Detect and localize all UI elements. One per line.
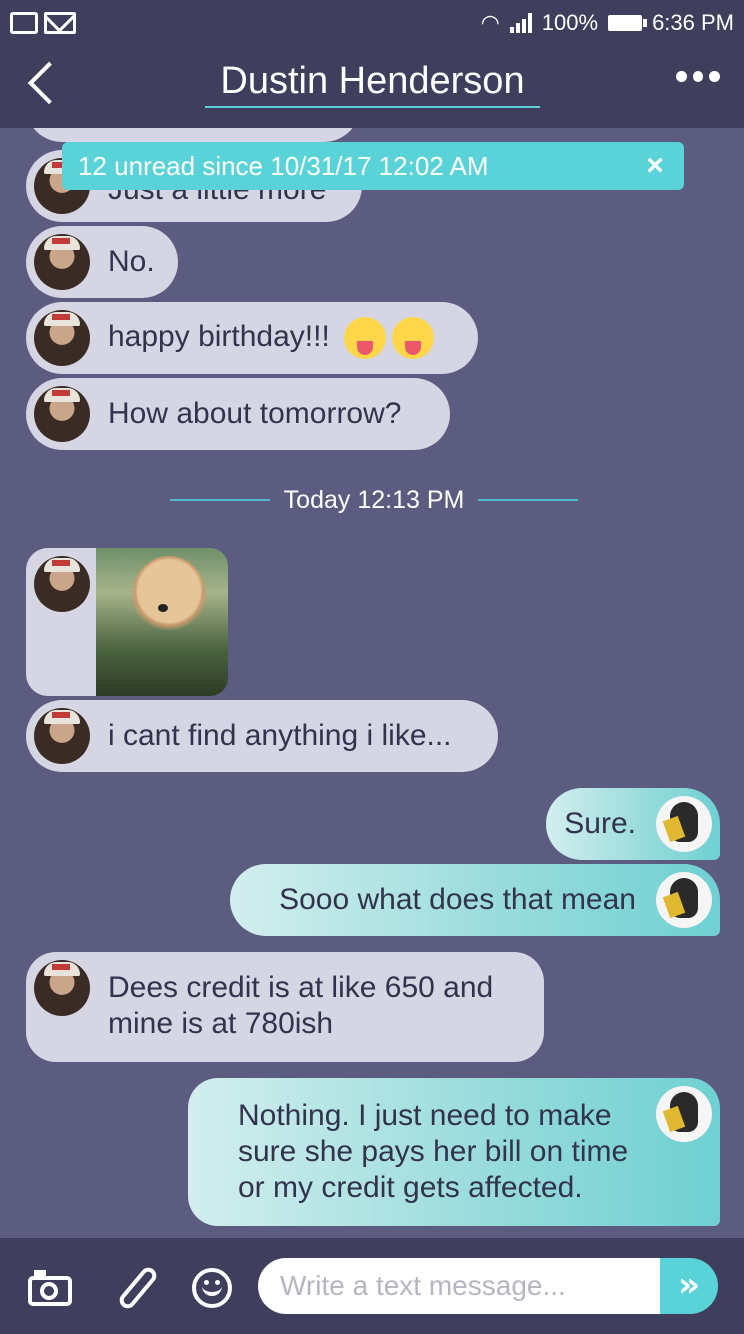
date-label: Today 12:13 PM: [283, 485, 465, 514]
message-text: Sooo what does that mean: [279, 883, 636, 916]
contact-avatar[interactable]: [34, 556, 90, 612]
message-bubble-incoming[interactable]: happy birthday!!!: [26, 302, 478, 374]
message-text: Sure.: [564, 807, 636, 840]
chat-header: Dustin Henderson: [0, 46, 744, 128]
message-bubble-outgoing[interactable]: Sooo what does that mean: [230, 864, 720, 936]
dog-photo[interactable]: [96, 548, 228, 696]
message-text-content: happy birthday!!!: [108, 319, 330, 353]
message-bubble-incoming[interactable]: Dees credit is at like 650 and mine is a…: [26, 952, 544, 1062]
message-text: i cant find anything i like...: [108, 719, 452, 752]
contact-avatar[interactable]: [34, 960, 90, 1016]
more-options-icon[interactable]: [676, 66, 721, 86]
calendar-icon: [10, 12, 38, 34]
divider-line: [170, 499, 270, 501]
clock: 6:36 PM: [652, 10, 734, 35]
message-bubble-incoming[interactable]: i cant find anything i like...: [26, 700, 498, 772]
message-bubble-incoming[interactable]: [26, 128, 360, 142]
mail-icon: [44, 12, 76, 34]
back-icon[interactable]: [22, 56, 72, 106]
camera-icon[interactable]: [28, 1266, 72, 1310]
message-text: Dees credit is at like 650 and mine is a…: [108, 971, 494, 1040]
status-left-icons: [10, 12, 76, 34]
status-bar: ◠ 100% 6:36 PM: [0, 0, 744, 46]
user-avatar[interactable]: [656, 796, 712, 852]
wifi-icon: ◠: [480, 10, 500, 35]
message-bubble-incoming[interactable]: How about tomorrow?: [26, 378, 450, 450]
user-avatar[interactable]: [656, 1086, 712, 1142]
message-text: How about tomorrow?: [108, 397, 402, 430]
chat-thread[interactable]: Just a little more 12 unread since 10/31…: [0, 128, 744, 1238]
status-right-icons: ◠ 100% 6:36 PM: [481, 10, 734, 36]
contact-avatar[interactable]: [34, 708, 90, 764]
attachment-icon[interactable]: [116, 1264, 160, 1312]
unread-text: 12 unread since 10/31/17 12:02 AM: [78, 150, 489, 181]
compose-bar: »: [0, 1238, 744, 1334]
message-text: happy birthday!!!: [90, 317, 435, 359]
message-bubble-outgoing[interactable]: Nothing. I just need to make sure she pa…: [188, 1078, 720, 1226]
battery-percent: 100%: [541, 10, 599, 35]
user-avatar[interactable]: [656, 872, 712, 928]
unread-banner[interactable]: 12 unread since 10/31/17 12:02 AM ×: [62, 142, 684, 190]
message-input[interactable]: [258, 1258, 660, 1314]
close-icon[interactable]: ×: [640, 149, 670, 183]
contact-name[interactable]: Dustin Henderson: [205, 58, 540, 108]
message-bubble-incoming[interactable]: No.: [26, 226, 178, 298]
message-bubble-outgoing[interactable]: Sure.: [546, 788, 720, 860]
send-button[interactable]: »: [660, 1258, 718, 1314]
emoji-icon[interactable]: [190, 1266, 234, 1310]
message-text: Nothing. I just need to make sure she pa…: [238, 1099, 629, 1204]
message-text: No.: [108, 245, 155, 278]
tongue-out-emoji-icon: [392, 317, 435, 359]
tongue-out-emoji-icon: [344, 317, 387, 359]
contact-avatar[interactable]: [34, 310, 90, 366]
contact-avatar[interactable]: [34, 234, 90, 290]
date-divider: Today 12:13 PM: [170, 484, 579, 516]
signal-icon: [509, 13, 532, 33]
image-message-incoming[interactable]: [26, 548, 228, 696]
contact-avatar[interactable]: [34, 386, 90, 442]
battery-icon: [608, 15, 648, 31]
divider-line: [478, 499, 579, 501]
